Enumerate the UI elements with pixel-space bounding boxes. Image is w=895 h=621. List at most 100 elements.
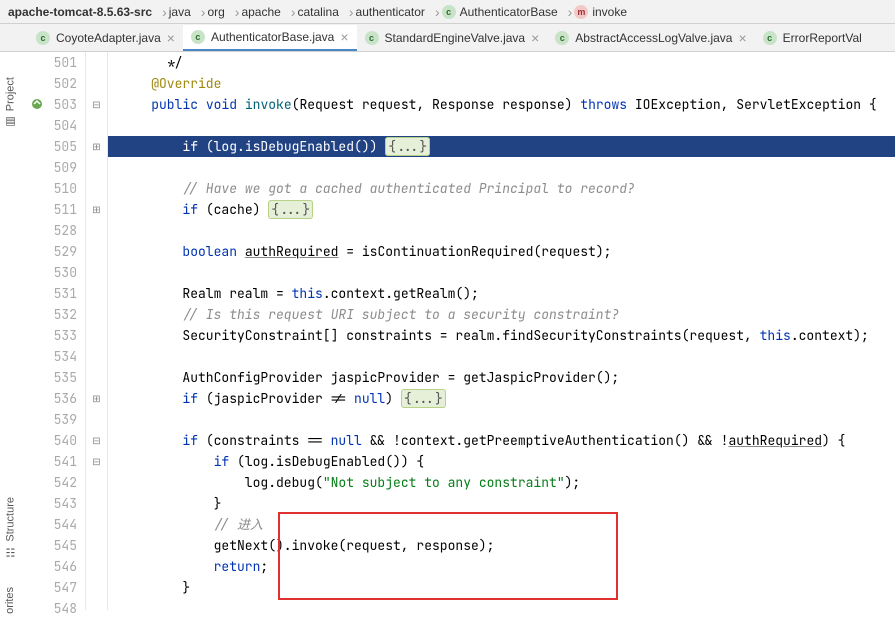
code-line[interactable]: // Is this request URI subject to a secu… — [108, 304, 895, 325]
line-number: 510 — [28, 178, 77, 199]
code-line[interactable] — [108, 157, 895, 178]
breadcrumb-item[interactable]: ›cAuthenticatorBase — [429, 4, 562, 20]
code-line[interactable] — [108, 346, 895, 367]
code-line[interactable]: @Override — [108, 73, 895, 94]
fold-toggle[interactable]: ⊟ — [86, 430, 107, 451]
line-number: 532 — [28, 304, 77, 325]
breadcrumb-label: invoke — [592, 5, 627, 19]
line-number-gutter: 5015025035045055095105115285295305315325… — [28, 52, 86, 610]
editor-tab[interactable]: cStandardEngineValve.java× — [357, 25, 548, 51]
fold-toggle — [86, 178, 107, 199]
close-icon[interactable]: × — [167, 30, 175, 46]
line-number: 542 — [28, 472, 77, 493]
fold-toggle — [86, 367, 107, 388]
line-number: 548 — [28, 598, 77, 619]
code-line[interactable]: if (cache) {...} — [108, 199, 895, 220]
structure-icon: ☷ — [4, 546, 17, 559]
chevron-right-icon: › — [349, 4, 354, 20]
fold-toggle[interactable]: ⊞ — [86, 199, 107, 220]
fold-toggle — [86, 493, 107, 514]
editor-tab[interactable]: c CoyoteAdapter.java × — [28, 25, 183, 51]
fold-toggle — [86, 304, 107, 325]
breadcrumb-item[interactable]: ›org — [195, 4, 229, 20]
code-line[interactable] — [108, 598, 895, 619]
code-line[interactable]: if (jaspicProvider != null) {...} — [108, 388, 895, 409]
editor-tab[interactable]: cAuthenticatorBase.java× — [183, 25, 357, 51]
editor-tab[interactable]: cErrorReportVal — [755, 25, 870, 51]
line-number: 511 — [28, 199, 77, 220]
tool-favorites[interactable]: orites — [0, 580, 20, 621]
fold-toggle[interactable]: ⊞ — [86, 388, 107, 409]
code-line[interactable]: if (log.isDebugEnabled()) { — [108, 451, 895, 472]
line-number: 505 — [28, 136, 77, 157]
code-line[interactable] — [108, 220, 895, 241]
code-line[interactable]: */ — [108, 52, 895, 73]
tool-label: Project — [5, 77, 17, 111]
class-icon: c — [442, 5, 456, 19]
breadcrumb-label: org — [207, 5, 224, 19]
fold-toggle — [86, 325, 107, 346]
highlight-box — [278, 512, 618, 600]
close-icon[interactable]: × — [531, 30, 539, 46]
chevron-right-icon: › — [291, 4, 296, 20]
override-icon[interactable] — [30, 97, 44, 111]
chevron-right-icon: › — [235, 4, 240, 20]
breadcrumb-item[interactable]: ›catalina — [285, 4, 343, 20]
code-line[interactable]: } — [108, 493, 895, 514]
class-icon: c — [36, 31, 50, 45]
tab-label: AbstractAccessLogValve.java — [575, 31, 732, 45]
class-icon: c — [555, 31, 569, 45]
fold-gutter: ⊟⊞⊞⊞⊟⊟ — [86, 52, 108, 610]
breadcrumb-label: java — [169, 5, 191, 19]
breadcrumb-item[interactable]: ›minvoke — [562, 4, 631, 20]
line-number: 535 — [28, 367, 77, 388]
line-number: 540 — [28, 430, 77, 451]
code-line[interactable]: public void invoke(Request request, Resp… — [108, 94, 895, 115]
code-line[interactable] — [108, 409, 895, 430]
fold-toggle — [86, 262, 107, 283]
line-number: 545 — [28, 535, 77, 556]
code-line[interactable]: log.debug("Not subject to any constraint… — [108, 472, 895, 493]
breadcrumb-item[interactable]: ›java — [156, 4, 195, 20]
editor-tab[interactable]: c AbstractAccessLogValve.java × — [547, 25, 754, 51]
line-number: 544 — [28, 514, 77, 535]
tab-label: ErrorReportVal — [783, 31, 862, 45]
fold-toggle — [86, 52, 107, 73]
line-number: 546 — [28, 556, 77, 577]
line-number: 504 — [28, 115, 77, 136]
code-line[interactable]: // Have we got a cached authenticated Pr… — [108, 178, 895, 199]
chevron-right-icon: › — [568, 4, 573, 20]
code-line[interactable]: Realm realm = this.context.getRealm(); — [108, 283, 895, 304]
code-line[interactable]: boolean authRequired = isContinuationReq… — [108, 241, 895, 262]
close-icon[interactable]: × — [340, 29, 348, 45]
tab-label: CoyoteAdapter.java — [56, 31, 161, 45]
code-line[interactable]: if (log.isDebugEnabled()) {...} — [108, 136, 895, 157]
tab-label: AuthenticatorBase.java — [211, 30, 334, 44]
breadcrumb-item[interactable]: ›authenticator — [343, 4, 429, 20]
fold-toggle[interactable]: ⊞ — [86, 136, 107, 157]
breadcrumb-item[interactable]: ›apache — [229, 4, 285, 20]
line-number: 502 — [28, 73, 77, 94]
code-editor[interactable]: 5015025035045055095105115285295305315325… — [28, 52, 895, 610]
tool-structure[interactable]: ☷ Structure — [0, 490, 21, 566]
chevron-right-icon: › — [162, 4, 167, 20]
fold-toggle[interactable]: ⊟ — [86, 451, 107, 472]
code-area[interactable]: */ @Override public void invoke(Request … — [108, 52, 895, 610]
breadcrumb-item[interactable]: apache-tomcat-8.5.63-src — [4, 5, 156, 19]
line-number: 536 — [28, 388, 77, 409]
close-icon[interactable]: × — [738, 30, 746, 46]
tool-project[interactable]: ▤ Project — [0, 70, 21, 135]
code-line[interactable]: AuthConfigProvider jaspicProvider = getJ… — [108, 367, 895, 388]
line-number: 534 — [28, 346, 77, 367]
breadcrumb-label: apache-tomcat-8.5.63-src — [8, 5, 152, 19]
class-icon: c — [365, 31, 379, 45]
code-line[interactable] — [108, 115, 895, 136]
fold-toggle[interactable]: ⊟ — [86, 94, 107, 115]
fold-toggle — [86, 73, 107, 94]
code-line[interactable]: SecurityConstraint[] constraints = realm… — [108, 325, 895, 346]
fold-toggle — [86, 535, 107, 556]
line-number: 529 — [28, 241, 77, 262]
fold-toggle — [86, 346, 107, 367]
code-line[interactable]: if (constraints == null && !context.getP… — [108, 430, 895, 451]
code-line[interactable] — [108, 262, 895, 283]
